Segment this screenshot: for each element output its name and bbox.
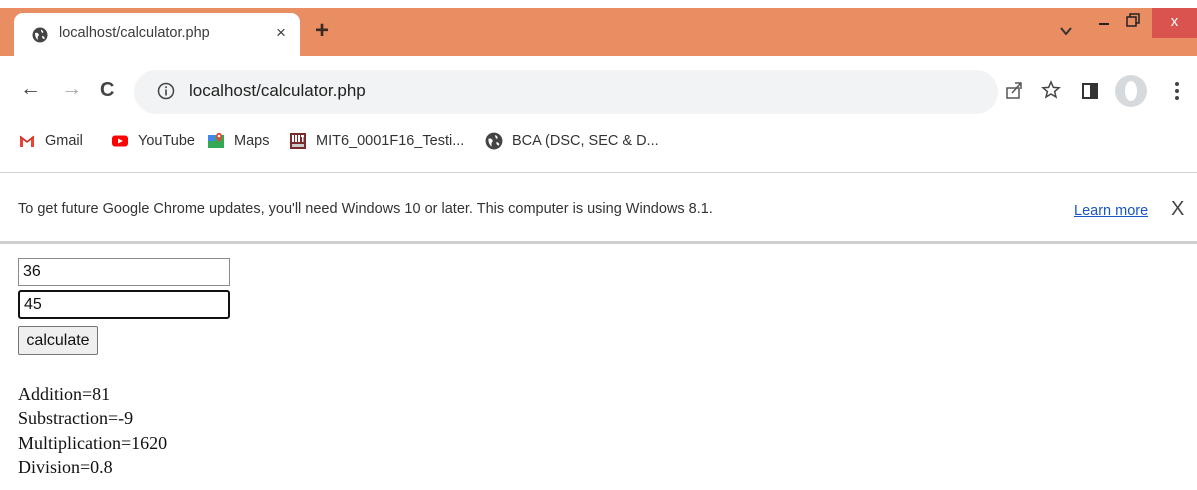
- back-arrow-icon[interactable]: ←: [20, 78, 41, 100]
- mit-ocw-icon: [290, 133, 306, 149]
- division-result: Division=0.8: [18, 457, 113, 477]
- learn-more-link[interactable]: Learn more: [1074, 203, 1148, 219]
- youtube-icon: [112, 135, 128, 147]
- bookmark-maps[interactable]: Maps: [207, 130, 269, 152]
- globe-icon: [32, 27, 48, 43]
- bookmark-star-icon[interactable]: [1041, 80, 1061, 100]
- url-text[interactable]: localhost/calculator.php: [189, 81, 366, 101]
- tab-title: localhost/calculator.php: [59, 25, 210, 41]
- share-icon[interactable]: [1004, 80, 1024, 100]
- site-info-icon[interactable]: [157, 82, 175, 100]
- bookmark-bca[interactable]: BCA (DSC, SEC & D...: [485, 130, 659, 152]
- bookmark-label: MIT6_0001F16_Testi...: [316, 133, 465, 149]
- bookmark-label: Gmail: [45, 133, 83, 149]
- gmail-icon: [19, 135, 35, 147]
- infobar-close-button[interactable]: X: [1171, 198, 1184, 221]
- bookmark-label: YouTube: [138, 133, 195, 149]
- address-bar[interactable]: localhost/calculator.php: [134, 70, 998, 114]
- bookmark-mit[interactable]: MIT6_0001F16_Testi...: [289, 130, 464, 152]
- side-panel-icon[interactable]: [1081, 82, 1099, 100]
- globe-icon: [485, 132, 503, 150]
- restore-window-icon[interactable]: [1126, 13, 1140, 27]
- page-content: calculate Addition=81 Substraction=-9 Mu…: [0, 244, 1197, 490]
- minimize-icon[interactable]: [1098, 15, 1110, 27]
- tab-search-chevron-icon[interactable]: [1060, 25, 1072, 37]
- forward-arrow-icon[interactable]: →: [61, 78, 82, 100]
- reload-icon[interactable]: C: [100, 79, 114, 101]
- second-number-input[interactable]: [18, 290, 230, 319]
- browser-tab[interactable]: localhost/calculator.php ×: [14, 13, 300, 56]
- addition-result: Addition=81: [18, 384, 111, 404]
- bookmark-youtube[interactable]: YouTube: [111, 130, 195, 152]
- infobar-message: To get future Google Chrome updates, you…: [18, 201, 713, 217]
- tab-strip: localhost/calculator.php × + x: [0, 8, 1197, 56]
- bookmark-label: Maps: [234, 133, 270, 149]
- tab-close-button[interactable]: ×: [276, 23, 286, 43]
- bookmark-label: BCA (DSC, SEC & D...: [512, 133, 659, 149]
- subtraction-result: Substraction=-9: [18, 408, 134, 428]
- first-number-input[interactable]: [18, 258, 230, 286]
- window-close-button[interactable]: x: [1152, 8, 1197, 38]
- bookmark-gmail[interactable]: Gmail: [18, 130, 83, 152]
- profile-avatar-icon[interactable]: [1114, 74, 1148, 108]
- update-infobar: To get future Google Chrome updates, you…: [0, 173, 1197, 244]
- more-menu-icon[interactable]: [1173, 80, 1181, 102]
- calculate-button[interactable]: calculate: [18, 326, 98, 355]
- multiplication-result: Multiplication=1620: [18, 433, 168, 453]
- new-tab-button[interactable]: +: [315, 19, 329, 43]
- maps-icon: [208, 133, 224, 148]
